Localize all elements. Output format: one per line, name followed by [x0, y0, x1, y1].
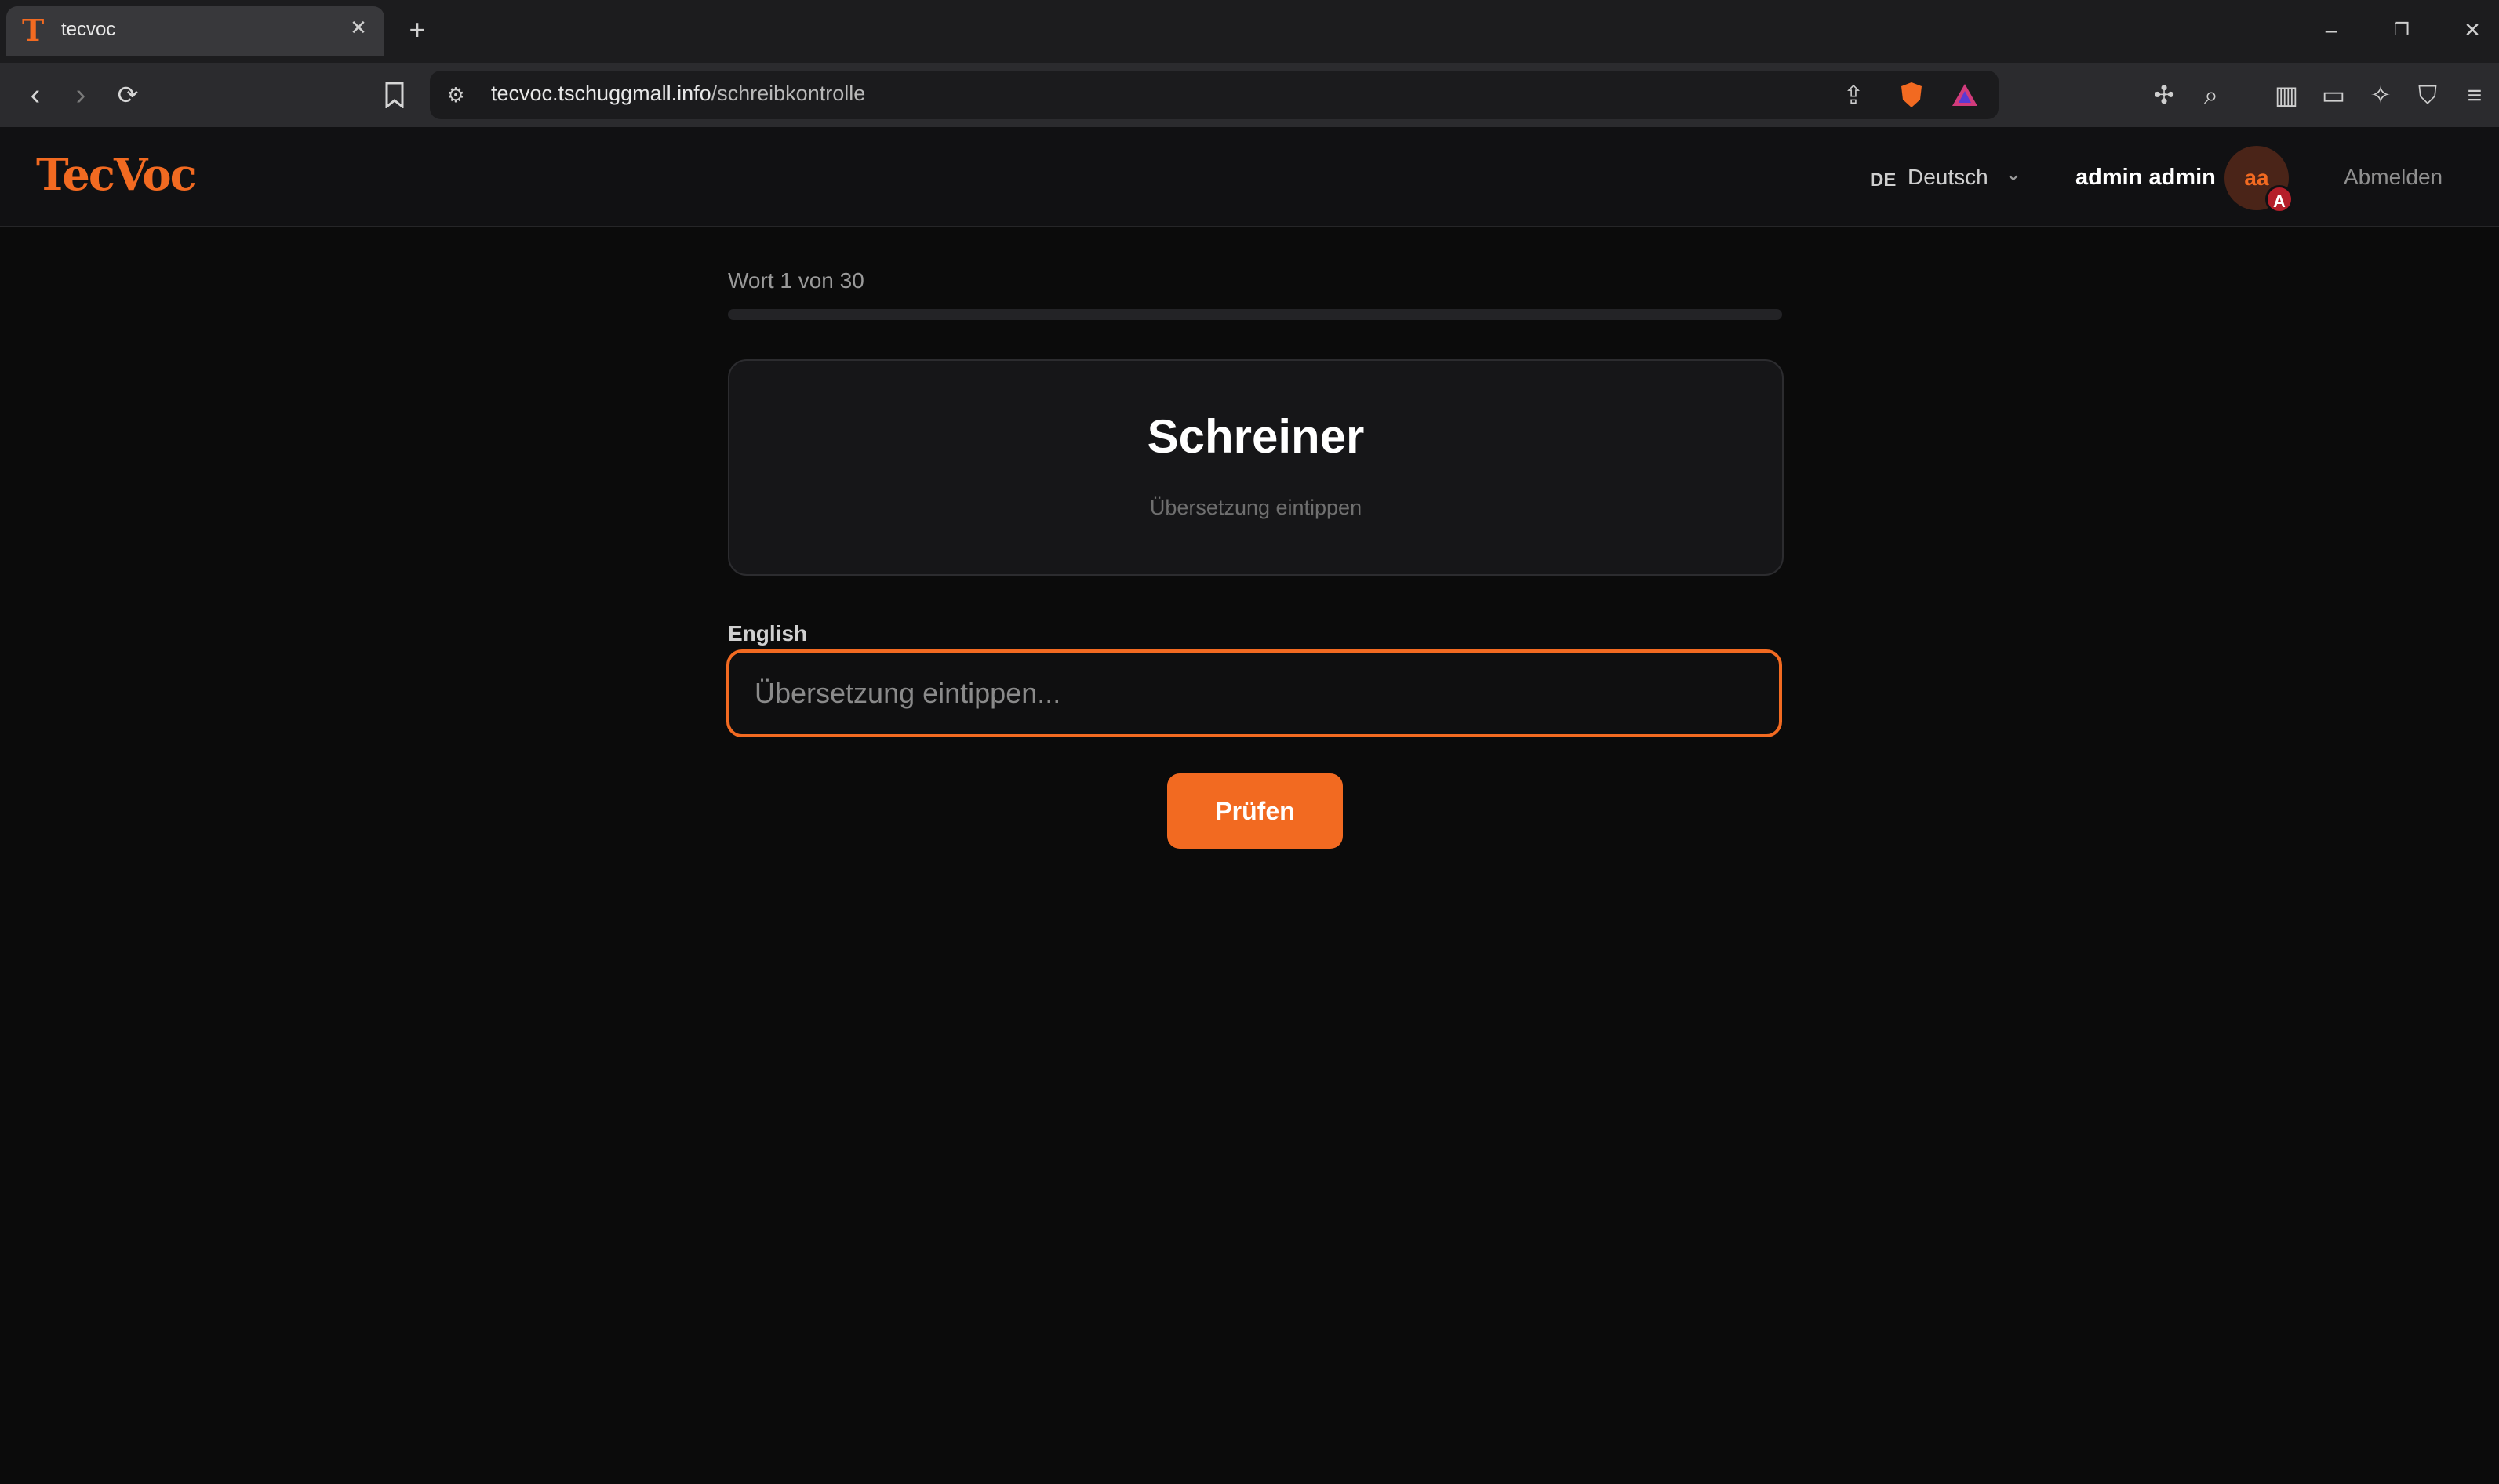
language-selector[interactable]: Deutsch: [1908, 165, 1988, 190]
answer-label: English: [728, 621, 808, 646]
brave-rewards-icon[interactable]: [1945, 75, 1984, 115]
reload-icon[interactable]: ⟳: [108, 75, 147, 115]
logout-link[interactable]: Abmelden: [2344, 165, 2443, 190]
chevron-down-icon[interactable]: ⌄: [2005, 162, 2022, 186]
url-path: /schreibkontrolle: [711, 82, 866, 105]
word-hint: Übersetzung eintippen: [1149, 496, 1362, 519]
progress-label: Wort 1 von 30: [728, 268, 864, 293]
bookmark-icon[interactable]: [375, 75, 414, 115]
leo-ai-icon[interactable]: ✧: [2361, 75, 2400, 115]
back-icon[interactable]: ‹: [16, 75, 55, 115]
progress-bar: [728, 309, 1782, 320]
tab-favicon-icon: T: [22, 13, 45, 48]
minimize-icon[interactable]: –: [2308, 13, 2355, 47]
admin-badge: A: [2265, 185, 2293, 213]
tab-title[interactable]: tecvoc: [61, 19, 115, 41]
language-code[interactable]: DE: [1870, 169, 1896, 191]
vpn-icon[interactable]: ⛉: [2408, 75, 2447, 115]
url-text[interactable]: tecvoc.tschuggmall.info/schreibkontrolle: [491, 82, 865, 106]
site-info-icon[interactable]: ⚙: [442, 82, 469, 108]
share-icon[interactable]: ⇪: [1834, 75, 1873, 115]
extensions-icon[interactable]: ✣: [2144, 75, 2184, 115]
check-button[interactable]: Prüfen: [1167, 773, 1343, 849]
sidebar-icon[interactable]: ▥: [2267, 75, 2306, 115]
wallet-icon[interactable]: ▭: [2314, 75, 2353, 115]
word-card: [728, 359, 1784, 576]
word-prompt: Schreiner: [1147, 410, 1365, 463]
tab-close-icon[interactable]: ✕: [345, 14, 372, 41]
brave-shield-icon[interactable]: [1892, 75, 1931, 115]
new-tab-icon[interactable]: +: [402, 14, 433, 45]
username: admin admin: [2075, 165, 2216, 190]
menu-icon[interactable]: ≡: [2455, 75, 2494, 115]
window-close-icon[interactable]: ✕: [2449, 13, 2496, 47]
restore-icon[interactable]: ❐: [2378, 13, 2425, 47]
url-host: tecvoc.tschuggmall.info: [491, 82, 711, 105]
answer-input[interactable]: [726, 649, 1782, 737]
logo[interactable]: TecVoc: [36, 149, 197, 201]
forward-icon[interactable]: ›: [61, 75, 100, 115]
tab-search-icon[interactable]: ⌕: [2192, 75, 2231, 115]
